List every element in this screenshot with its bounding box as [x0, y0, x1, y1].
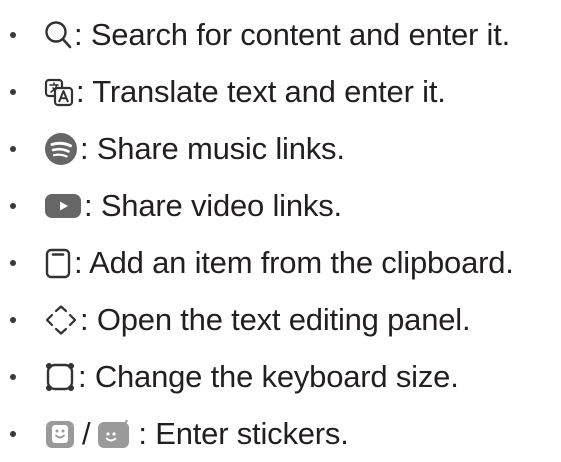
item-text: : Search for content and enter it.: [74, 16, 511, 52]
bullet: [10, 259, 16, 266]
bullet: [10, 373, 16, 380]
item-text: : Share music links.: [80, 130, 345, 166]
text-editing-panel-icon: [44, 304, 78, 336]
icon-separator: /: [82, 415, 91, 451]
item-text: : Add an item from the clipboard.: [74, 244, 514, 280]
list-item: / : Enter stickers.: [0, 405, 561, 462]
list-item: : Translate text and enter it.: [0, 63, 561, 120]
bullet: [10, 88, 16, 95]
list-item: : Search for content and enter it.: [0, 6, 561, 63]
item-text: : Share video links.: [84, 187, 342, 223]
sticker-alt-icon: [96, 418, 136, 450]
list-item: : Share video links.: [0, 177, 561, 234]
youtube-icon: [44, 191, 82, 221]
keyboard-size-icon: [44, 361, 76, 393]
bullet: [10, 316, 16, 323]
list-item: : Open the text editing panel.: [0, 291, 561, 348]
feature-list: : Search for content and enter it. : Tra…: [0, 6, 561, 462]
list-item: : Change the keyboard size.: [0, 348, 561, 405]
clipboard-icon: [44, 247, 72, 279]
sticker-icon: [44, 418, 76, 450]
bullet: [10, 31, 16, 38]
bullet: [10, 145, 16, 152]
list-item: : Add an item from the clipboard.: [0, 234, 561, 291]
bullet: [10, 202, 16, 209]
list-item: : Share music links.: [0, 120, 561, 177]
item-text: : Change the keyboard size.: [78, 358, 459, 394]
item-text: : Translate text and enter it.: [76, 73, 446, 109]
bullet: [10, 430, 16, 437]
translate-icon: [44, 77, 74, 107]
item-text: : Enter stickers.: [138, 415, 349, 451]
search-icon: [44, 20, 72, 50]
spotify-icon: [44, 132, 78, 166]
item-text: : Open the text editing panel.: [80, 301, 471, 337]
